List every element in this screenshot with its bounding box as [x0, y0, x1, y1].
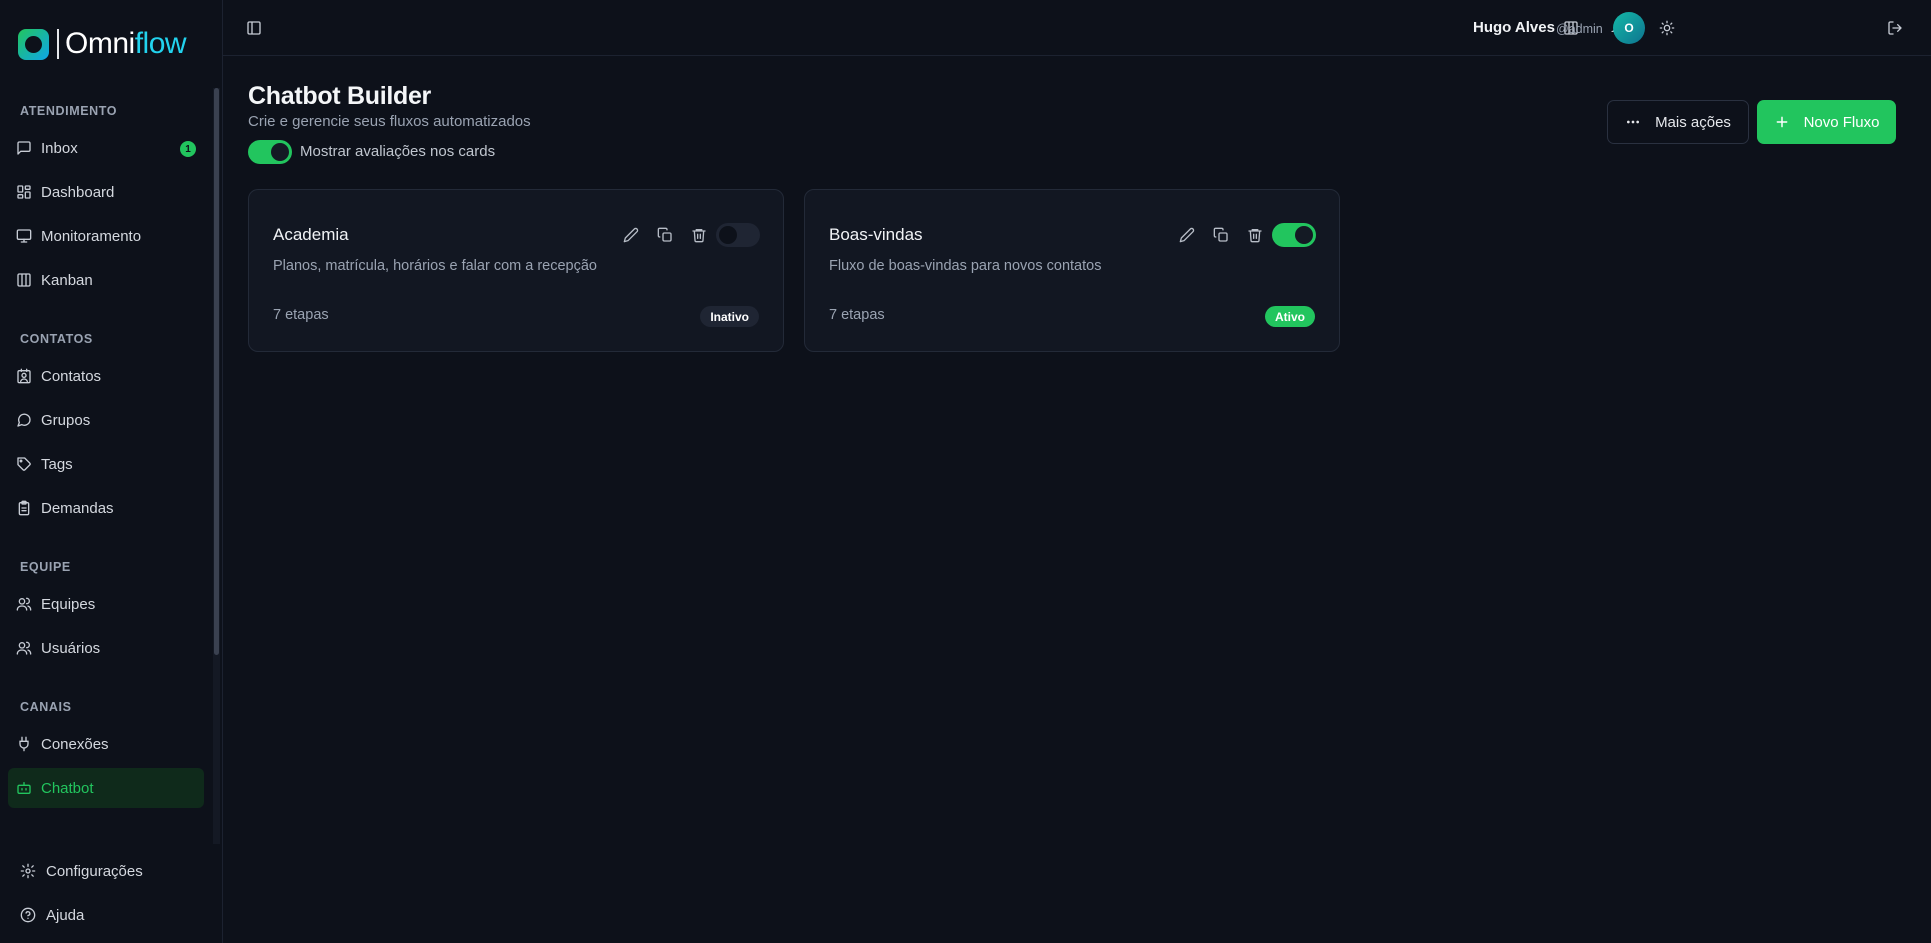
inbox-count-badge: 1 [180, 141, 196, 157]
new-flow-label: Novo Fluxo [1803, 113, 1880, 131]
sidebar: Omniflow ATENDIMENTO Inbox 1 Dashboard M… [0, 0, 223, 943]
delete-flow-button[interactable] [688, 224, 710, 246]
help-circle-icon [20, 907, 36, 923]
sidebar-item-label: Demandas [41, 499, 114, 517]
sidebar-item-label: Grupos [41, 411, 91, 429]
section-title-contatos: CONTATOS [20, 332, 93, 346]
duplicate-flow-button[interactable] [654, 224, 676, 246]
monitor-icon [16, 228, 32, 244]
sidebar-item-label: Usuários [41, 639, 101, 657]
more-actions-label: Mais ações [1655, 113, 1731, 131]
logout-button[interactable] [1881, 14, 1909, 42]
panel-left-icon [246, 20, 262, 36]
sidebar-item-grupos[interactable]: Grupos [8, 400, 204, 440]
more-actions-button[interactable]: Mais ações [1607, 100, 1749, 144]
pencil-icon [623, 227, 639, 243]
sidebar-item-label: Monitoramento [41, 227, 142, 245]
sidebar-item-tags[interactable]: Tags [8, 444, 204, 484]
clipboard-icon [16, 500, 32, 516]
status-badge: Inativo [700, 306, 759, 327]
logo-mark-icon [18, 28, 49, 60]
flow-name: Academia [273, 225, 349, 244]
pencil-icon [1179, 227, 1195, 243]
flow-description: Fluxo de boas-vindas para novos contatos [829, 258, 1102, 274]
avatar[interactable]: O [1613, 12, 1645, 44]
sidebar-item-demandas[interactable]: Demandas [8, 488, 204, 528]
sidebar-item-label: Contatos [41, 367, 102, 385]
flow-enabled-toggle[interactable] [1272, 223, 1316, 247]
flow-name: Boas-vindas [829, 225, 923, 244]
trash-icon [691, 227, 707, 243]
sidebar-item-label: Tags [41, 455, 73, 473]
sidebar-item-kanban[interactable]: Kanban [8, 260, 204, 300]
sidebar-item-conexoes[interactable]: Conexões [8, 724, 204, 764]
edit-flow-button[interactable] [620, 224, 642, 246]
layout-dashboard-icon [16, 184, 32, 200]
columns-icon [16, 272, 32, 288]
sidebar-item-label: Conexões [41, 735, 109, 753]
flow-description: Planos, matrícula, horários e falar com … [273, 258, 597, 274]
section-title-canais: CANAIS [20, 700, 72, 714]
user-handle: @admin [1556, 22, 1603, 36]
flow-enabled-toggle[interactable] [716, 223, 760, 247]
status-badge: Ativo [1265, 306, 1315, 327]
message-circle-icon [16, 412, 32, 428]
sidebar-item-label: Configurações [46, 862, 143, 880]
sidebar-item-label: Chatbot [41, 779, 94, 797]
logo-divider [57, 29, 59, 59]
trash-icon [1247, 227, 1263, 243]
sidebar-item-contatos[interactable]: Contatos [8, 356, 204, 396]
sidebar-item-configuracoes[interactable]: Configurações [12, 851, 143, 891]
copy-icon [657, 227, 673, 243]
edit-flow-button[interactable] [1176, 224, 1198, 246]
sidebar-item-label: Equipes [41, 595, 96, 613]
sidebar-item-ajuda[interactable]: Ajuda [12, 895, 84, 935]
brand-name: Omniflow [65, 27, 187, 60]
tag-icon [16, 456, 32, 472]
user-name[interactable]: Hugo Alves [1473, 19, 1555, 36]
brand-logo[interactable]: Omniflow [18, 27, 187, 61]
bot-icon [16, 780, 32, 796]
flow-steps: 7 etapas [829, 307, 885, 323]
theme-toggle-button[interactable] [1653, 14, 1681, 42]
sidebar-scrollbar[interactable] [214, 88, 219, 655]
sidebar-item-monitoramento[interactable]: Monitoramento [8, 216, 204, 256]
show-ratings-label: Mostrar avaliações nos cards [300, 143, 496, 160]
sidebar-item-equipes[interactable]: Equipes [8, 584, 204, 624]
flow-card-academia[interactable]: Academia Planos, matrícula, horários e f… [248, 189, 784, 352]
toggle-sidebar-button[interactable] [240, 14, 268, 42]
more-horizontal-icon [1625, 114, 1641, 130]
page-subtitle: Crie e gerencie seus fluxos automatizado… [248, 113, 531, 130]
sidebar-item-usuarios[interactable]: Usuários [8, 628, 204, 668]
new-flow-button[interactable]: Novo Fluxo [1757, 100, 1896, 144]
sun-icon [1659, 20, 1675, 36]
log-out-icon [1887, 20, 1903, 36]
flow-steps: 7 etapas [273, 307, 329, 323]
plug-icon [16, 736, 32, 752]
section-title-equipe: EQUIPE [20, 560, 71, 574]
sidebar-item-chatbot[interactable]: Chatbot [8, 768, 204, 808]
page-title: Chatbot Builder [248, 82, 431, 110]
sidebar-item-label: Inbox [41, 139, 78, 157]
gear-icon [20, 863, 36, 879]
flow-card-boas-vindas[interactable]: Boas-vindas Fluxo de boas-vindas para no… [804, 189, 1340, 352]
copy-icon [1213, 227, 1229, 243]
user-icon [16, 640, 32, 656]
sidebar-item-inbox[interactable]: Inbox 1 [8, 128, 204, 168]
sidebar-item-label: Kanban [41, 271, 93, 289]
plus-icon [1774, 114, 1790, 130]
users-icon [16, 596, 32, 612]
section-title-atendimento: ATENDIMENTO [20, 104, 118, 118]
contact-icon [16, 368, 32, 384]
show-ratings-toggle[interactable] [248, 140, 292, 164]
sidebar-item-label: Ajuda [46, 906, 85, 924]
delete-flow-button[interactable] [1244, 224, 1266, 246]
message-square-icon [16, 140, 32, 156]
duplicate-flow-button[interactable] [1210, 224, 1232, 246]
sidebar-item-label: Dashboard [41, 183, 115, 201]
sidebar-item-dashboard[interactable]: Dashboard [8, 172, 204, 212]
